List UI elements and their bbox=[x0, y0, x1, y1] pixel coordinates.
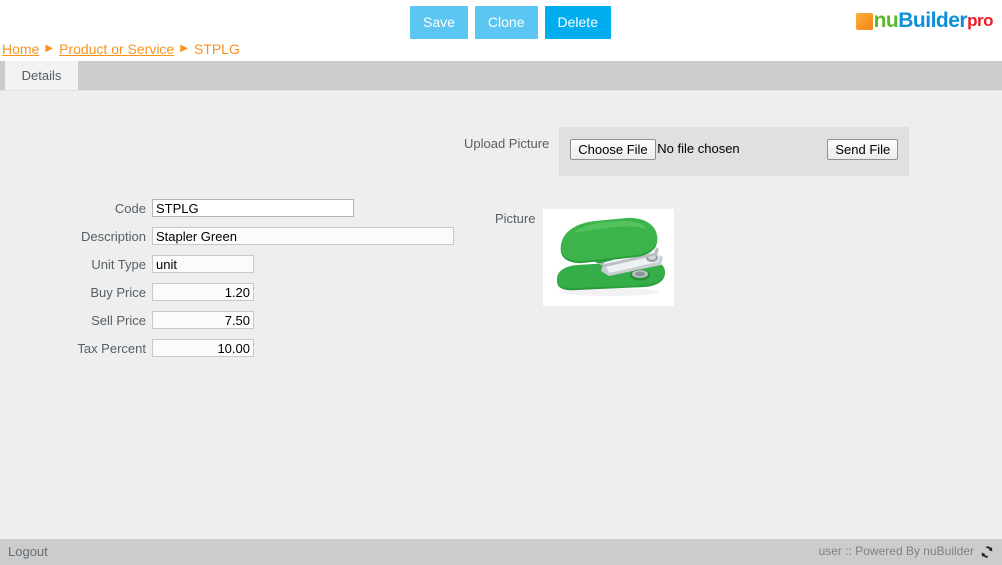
picture-frame bbox=[543, 209, 675, 306]
footer-status: user :: Powered By nuBuilder bbox=[819, 544, 994, 558]
clone-button[interactable]: Clone bbox=[474, 6, 538, 39]
tax-percent-input[interactable] bbox=[152, 339, 254, 357]
form-row-tax-percent: Tax Percent bbox=[0, 339, 460, 357]
upload-picture-label: Upload Picture bbox=[464, 136, 550, 151]
upload-panel: Choose File No file chosen Send File bbox=[559, 127, 910, 176]
label-sell-price: Sell Price bbox=[91, 312, 146, 328]
delete-button[interactable]: Delete bbox=[544, 6, 611, 39]
top-bar: Save Clone Delete nu Builder pro bbox=[0, 0, 1002, 39]
green-stapler-image bbox=[543, 209, 675, 306]
breadcrumb-link-home[interactable]: Home bbox=[2, 41, 39, 57]
picture-label: Picture bbox=[495, 211, 536, 226]
tab-bar: Details bbox=[0, 61, 1002, 90]
nubuilder-logo: nu Builder pro bbox=[855, 8, 993, 34]
form-row-buy-price: Buy Price bbox=[0, 283, 460, 301]
logo-text-nu: nu bbox=[873, 9, 899, 32]
label-unit-type: Unit Type bbox=[91, 256, 146, 272]
action-button-group: Save Clone Delete bbox=[410, 6, 611, 39]
breadcrumb: Home ▶ Product or Service ▶ STPLG bbox=[2, 39, 240, 59]
unit-type-input[interactable] bbox=[152, 255, 254, 273]
label-tax-percent: Tax Percent bbox=[77, 340, 146, 356]
breadcrumb-current: STPLG bbox=[193, 41, 240, 57]
send-file-button[interactable]: Send File bbox=[827, 139, 899, 160]
logout-link[interactable]: Logout bbox=[8, 544, 48, 559]
upload-picture-row: Upload Picture Choose File No file chose… bbox=[464, 127, 910, 176]
no-file-chosen-text: No file chosen bbox=[657, 141, 740, 156]
form-row-code: Code bbox=[0, 199, 460, 217]
tab-details[interactable]: Details bbox=[5, 61, 78, 90]
save-button[interactable]: Save bbox=[410, 6, 468, 39]
footer-status-text: user :: Powered By nuBuilder bbox=[818, 544, 974, 558]
footer-bar: Logout user :: Powered By nuBuilder bbox=[0, 539, 1002, 565]
main-content: Upload Picture Choose File No file chose… bbox=[0, 90, 1002, 539]
picture-row: Picture bbox=[495, 209, 675, 306]
choose-file-button[interactable]: Choose File bbox=[570, 139, 656, 160]
form-row-description: Description bbox=[0, 227, 460, 245]
buy-price-input[interactable] bbox=[152, 283, 254, 301]
breadcrumb-link-product-or-service[interactable]: Product or Service bbox=[59, 41, 174, 57]
label-code: Code bbox=[114, 200, 146, 216]
label-buy-price: Buy Price bbox=[90, 284, 146, 300]
code-input[interactable] bbox=[152, 199, 354, 217]
logo-text-pro: pro bbox=[967, 11, 993, 30]
refresh-icon[interactable] bbox=[980, 545, 994, 559]
label-description: Description bbox=[80, 228, 146, 244]
breadcrumb-arrow-icon-2: ▶ bbox=[180, 42, 188, 54]
logo-text-builder: Builder bbox=[898, 9, 968, 32]
description-input[interactable] bbox=[152, 227, 454, 245]
form-row-sell-price: Sell Price bbox=[0, 311, 460, 329]
form-row-unit-type: Unit Type bbox=[0, 255, 460, 273]
product-form: Code Description Unit Type Buy Price Sel… bbox=[0, 199, 460, 367]
sell-price-input[interactable] bbox=[152, 311, 254, 329]
breadcrumb-arrow-icon: ▶ bbox=[45, 42, 54, 54]
orange-square-icon bbox=[855, 12, 873, 30]
